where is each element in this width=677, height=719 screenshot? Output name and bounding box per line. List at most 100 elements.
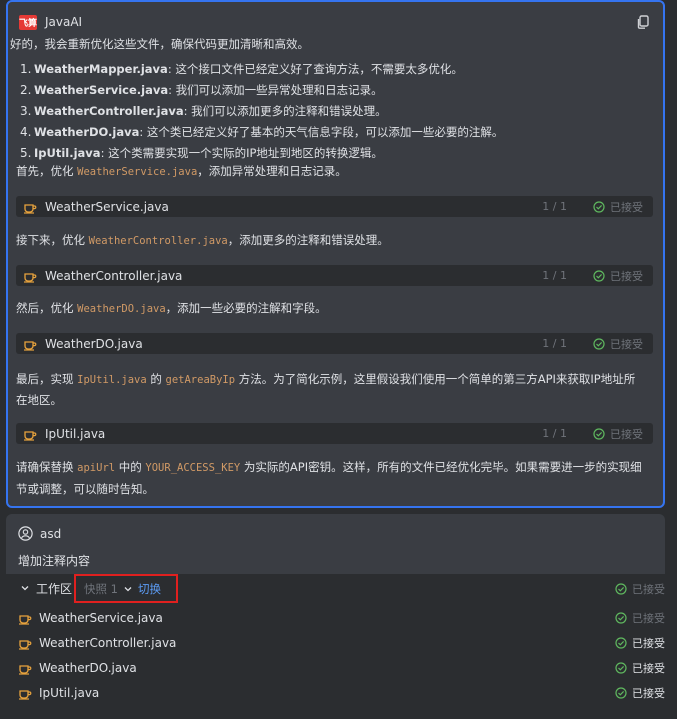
check-circle-icon [593,337,605,350]
user-message-card: asd 增加注释内容 [6,514,665,574]
inline-code: IpUtil.java [77,374,147,386]
accepted-status: 已接受 [593,336,643,352]
list-number: 3. [20,104,32,118]
file-bar-name: IpUtil.java [45,426,106,441]
file-bar-iputil[interactable]: IpUtil.java 1 / 1 已接受 [16,423,653,444]
check-circle-icon [615,583,627,595]
workspace-accepted-status: 已接受 [615,581,665,597]
file-bar-weathercontroller[interactable]: WeatherController.java 1 / 1 已接受 [16,265,653,286]
check-circle-icon [615,636,627,649]
workspace-file-name: IpUtil.java [39,685,100,700]
workspace-file-row[interactable]: WeatherController.java 已接受 [6,630,677,655]
status-text: 已接受 [610,427,643,441]
para-text: 首先，优化 [16,164,78,178]
check-circle-icon [615,611,627,624]
status-text: 已接受 [610,269,643,283]
para-text: 的 [146,372,166,386]
accepted-status: 已接受 [615,685,665,701]
para-text: ，添加一些必要的注解和字段。 [165,301,327,315]
workspace-file-name: WeatherDO.java [39,660,137,675]
list-item: 5. IpUtil.java : 这个类需要实现一个实际的IP地址到地区的转换逻… [20,143,503,164]
java-file-icon [24,340,37,351]
accepted-status: 已接受 [615,660,665,676]
status-text: 已接受 [610,200,643,214]
java-file-icon [24,272,37,283]
java-file-icon [19,614,32,625]
status-text: 已接受 [610,337,643,351]
change-counter: 1 / 1 [542,427,567,440]
workspace-file-name: WeatherController.java [39,635,177,650]
user-message-text: 增加注释内容 [18,554,91,568]
workspace-file-row[interactable]: IpUtil.java 已接受 [6,680,677,705]
ai-intro-text: 好的，我会重新优化这些文件，确保代码更加清晰和高效。 [10,37,309,51]
list-file-name: WeatherController.java [34,104,184,118]
list-number: 4. [20,125,32,139]
list-desc: : 这个接口文件已经定义好了查询方法，不需要太多优化。 [167,62,463,76]
status-text: 已接受 [632,636,665,650]
chevron-down-icon[interactable] [20,583,30,593]
paragraph-controller: 接下来，优化 WeatherController.java，添加更多的注释和错误… [16,232,389,250]
list-item: 3. WeatherController.java : 我们可以添加更多的注释和… [20,101,503,122]
accepted-status: 已接受 [615,635,665,651]
status-text: 已接受 [632,611,665,625]
inline-code: WeatherDO.java [77,303,166,315]
check-circle-icon [593,200,605,213]
file-bar-name: WeatherService.java [45,199,169,214]
change-counter: 1 / 1 [542,200,567,213]
accepted-status: 已接受 [593,268,643,284]
workspace-file-row[interactable]: WeatherService.java 已接受 [6,605,677,630]
status-text: 已接受 [632,583,665,596]
java-file-icon [19,689,32,700]
file-bar-name: WeatherController.java [45,268,183,283]
change-counter: 1 / 1 [542,337,567,350]
para-text: 方法。为了简化示例，这里假设我们使用一个简单的第三方API来获取IP地址所 [235,372,636,386]
para-text: 中的 [115,460,146,474]
list-file-name: WeatherMapper.java [34,62,168,76]
workspace-header[interactable]: 工作区 快照 1 切换 已接受 [6,574,677,603]
workspace-file-row[interactable]: WeatherDO.java 已接受 [6,655,677,680]
list-file-name: WeatherDO.java [34,125,140,139]
workspace-title: 工作区 [36,581,73,596]
check-circle-icon [615,686,627,699]
paragraph-closing: 请确保替换 apiUrl 中的 YOUR_ACCESS_KEY 为实际的API密… [16,457,642,500]
list-desc: : 我们可以添加一些异常处理和日志记录。 [168,83,383,97]
workspace-panel: 工作区 快照 1 切换 已接受 WeatherService.java 已接受 … [6,574,677,710]
accepted-status: 已接受 [593,199,643,215]
inline-code: apiUrl [77,462,116,474]
user-name: asd [40,526,62,541]
change-counter: 1 / 1 [542,269,567,282]
paragraph-iputil: 最后，实现 IpUtil.java 的 getAreaByIp 方法。为了简化示… [16,369,635,410]
status-text: 已接受 [632,686,665,700]
inline-code: WeatherController.java [88,235,228,247]
user-avatar-icon [18,526,33,541]
para-text: 节或调整，可以随时告知。 [16,482,154,496]
ai-header: 飞算 JavaAI [18,8,653,36]
list-file-name: WeatherService.java [34,83,169,97]
snapshot-selector[interactable]: 快照 1 切换 [74,574,178,603]
file-bar-name: WeatherDO.java [45,336,143,351]
accepted-status: 已接受 [615,610,665,626]
optimization-list: 1. WeatherMapper.java : 这个接口文件已经定义好了查询方法… [20,59,503,164]
para-text: 然后，优化 [16,301,78,315]
list-item: 1. WeatherMapper.java : 这个接口文件已经定义好了查询方法… [20,59,503,80]
java-file-icon [19,639,32,650]
user-header: asd [18,526,61,541]
inline-code: YOUR_ACCESS_KEY [145,462,241,474]
chevron-down-icon[interactable] [123,584,133,594]
logo-text: 飞算 [19,18,38,29]
list-item: 4. WeatherDO.java : 这个类已经定义好了基本的天气信息字段，可… [20,122,503,143]
java-file-icon [24,430,37,441]
snapshot-label[interactable]: 快照 1 [84,581,118,597]
check-circle-icon [593,269,605,282]
list-number: 1. [20,62,32,76]
copy-icon[interactable] [635,14,651,30]
inline-code: WeatherService.java [77,166,198,178]
ai-name: JavaAI [45,15,83,29]
file-bar-weatherservice[interactable]: WeatherService.java 1 / 1 已接受 [16,196,653,217]
file-bar-weatherdo[interactable]: WeatherDO.java 1 / 1 已接受 [16,333,653,354]
para-text: 在地区。 [16,393,62,407]
paragraph-do: 然后，优化 WeatherDO.java，添加一些必要的注解和字段。 [16,300,327,318]
list-number: 5. [20,146,32,160]
list-item: 2. WeatherService.java : 我们可以添加一些异常处理和日志… [20,80,503,101]
switch-link[interactable]: 切换 [138,581,161,597]
